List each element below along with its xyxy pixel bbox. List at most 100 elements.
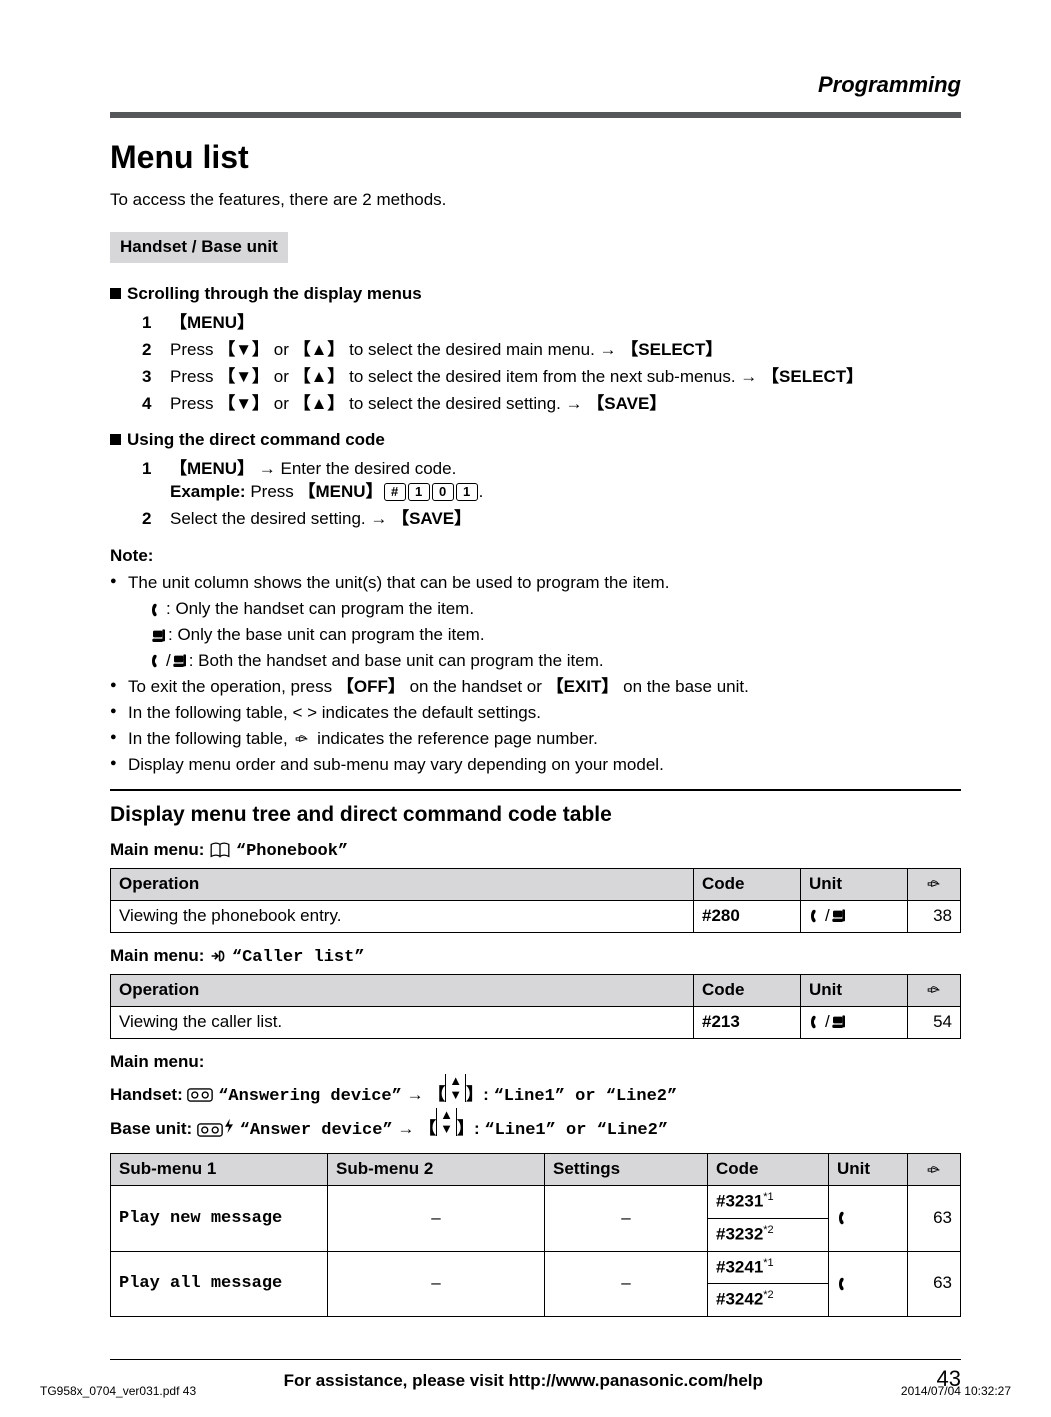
key-up: ▲ xyxy=(311,394,328,413)
pointer-icon xyxy=(292,732,312,746)
note-subitem: /: Both the handset and base unit can pr… xyxy=(128,650,961,673)
text: : Only the base unit can program the ite… xyxy=(168,625,485,644)
cell-page: 54 xyxy=(908,1006,961,1038)
key-save: SAVE xyxy=(409,509,454,528)
step-body: 【MENU】 xyxy=(170,312,961,335)
th-code: Code xyxy=(694,974,801,1006)
th-pointer xyxy=(908,974,961,1006)
cell-page: 63 xyxy=(908,1251,961,1316)
cell-page: 38 xyxy=(908,900,961,932)
handset-icon xyxy=(150,602,166,618)
lightning-icon xyxy=(223,1119,235,1138)
text: Press xyxy=(170,394,218,413)
keycap-hash: # xyxy=(384,483,406,501)
subtitle: Display menu tree and direct command cod… xyxy=(110,801,961,829)
tape-icon xyxy=(197,1123,223,1137)
handset-icon xyxy=(837,1210,853,1226)
keycap-1: 1 xyxy=(456,483,478,501)
menu-name: “Caller list” xyxy=(232,948,365,967)
pointer-icon xyxy=(924,1163,944,1177)
th-operation: Operation xyxy=(111,974,694,1006)
th-pointer xyxy=(908,1154,961,1186)
label: Main menu: xyxy=(110,946,209,965)
table-row: Viewing the caller list. #213 / 54 xyxy=(111,1006,961,1038)
text: : Only the handset can program the item. xyxy=(166,599,474,618)
key-select: SELECT xyxy=(779,367,846,386)
step-body: Press 【▼】 or 【▲】 to select the desired m… xyxy=(170,339,961,362)
cell-operation: Viewing the caller list. xyxy=(111,1006,694,1038)
up-down-icon: ▲▼ xyxy=(436,1108,457,1136)
section-label: Handset / Base unit xyxy=(110,232,288,263)
text: → Enter the desired code. xyxy=(254,459,456,478)
step-body: 【MENU】 → Enter the desired code. Example… xyxy=(170,458,961,504)
step-body: Select the desired setting. → 【SAVE】 xyxy=(170,508,961,531)
square-bullet-icon xyxy=(110,288,121,299)
step-num: 1 xyxy=(142,458,170,504)
handset-icon xyxy=(809,1014,825,1030)
text: or xyxy=(269,340,294,359)
intro-text: To access the features, there are 2 meth… xyxy=(110,189,961,212)
th-settings: Settings xyxy=(545,1154,708,1186)
cell-code: #280 xyxy=(694,900,801,932)
square-bullet-icon xyxy=(110,434,121,445)
note-subitem: : Only the handset can program the item. xyxy=(128,598,961,621)
base-unit-icon xyxy=(830,908,848,924)
text: Press xyxy=(170,340,218,359)
th-submenu1: Sub-menu 1 xyxy=(111,1154,328,1186)
cell-code: #3242*2 xyxy=(708,1284,829,1317)
step-num: 2 xyxy=(142,508,170,531)
cell-submenu1: Play all message xyxy=(111,1251,328,1316)
base-unit-icon xyxy=(830,1014,848,1030)
keycap-0: 0 xyxy=(432,483,454,501)
key-down: ▼ xyxy=(235,394,252,413)
note-item: In the following table, < > indicates th… xyxy=(110,702,961,725)
step-num: 3 xyxy=(142,366,170,389)
table-row: Play all message – – #3241*1 63 xyxy=(111,1251,961,1284)
step-num: 1 xyxy=(142,312,170,335)
key-up: ▲ xyxy=(311,367,328,386)
options: “Line1” or “Line2” xyxy=(484,1121,668,1140)
note-subitem: : Only the base unit can program the ite… xyxy=(128,624,961,647)
menu-name: “Answering device” xyxy=(218,1087,402,1106)
table-row: Play new message – – #3231*1 63 xyxy=(111,1186,961,1219)
cell-unit: / xyxy=(801,1006,908,1038)
direct-heading: Using the direct command code xyxy=(110,429,961,452)
table-callerlist: Operation Code Unit Viewing the caller l… xyxy=(110,974,961,1039)
text: indicates the reference page number. xyxy=(312,729,597,748)
note-list: The unit column shows the unit(s) that c… xyxy=(110,572,961,777)
cell-unit xyxy=(829,1186,908,1251)
key-down: ▼ xyxy=(235,367,252,386)
step-body: Press 【▼】 or 【▲】 to select the desired s… xyxy=(170,393,961,416)
print-file: TG958x_0704_ver031.pdf 43 xyxy=(40,1383,196,1399)
label: Main menu: xyxy=(110,840,209,859)
step-num: 2 xyxy=(142,339,170,362)
cell-page: 63 xyxy=(908,1186,961,1251)
cell-code: #3231*1 xyxy=(708,1186,829,1219)
baseunit-prefix: Base unit: xyxy=(110,1119,197,1138)
cell-submenu1: Play new message xyxy=(111,1186,328,1251)
text: In the following table, xyxy=(128,729,292,748)
th-operation: Operation xyxy=(111,868,694,900)
key-up: ▲ xyxy=(311,340,328,359)
text: to select the desired main menu. → xyxy=(344,340,621,359)
text: on the handset or xyxy=(405,677,547,696)
pointer-icon xyxy=(924,877,944,891)
caller-list-icon xyxy=(209,948,227,964)
base-unit-icon xyxy=(171,653,189,669)
text: or xyxy=(269,394,294,413)
cell-unit: / xyxy=(801,900,908,932)
main-menu-answering: Main menu: Handset: “Answering device” →… xyxy=(110,1051,961,1144)
handset-icon xyxy=(809,908,825,924)
cell-settings: – xyxy=(545,1251,708,1316)
key-exit: EXIT xyxy=(564,677,602,696)
note-item: In the following table, indicates the re… xyxy=(110,728,961,751)
direct-heading-text: Using the direct command code xyxy=(127,430,385,449)
table-phonebook: Operation Code Unit Viewing the phoneboo… xyxy=(110,868,961,933)
text: . xyxy=(479,482,484,501)
handset-icon xyxy=(837,1276,853,1292)
scroll-heading-text: Scrolling through the display menus xyxy=(127,284,422,303)
cell-code: #3241*1 xyxy=(708,1251,829,1284)
text: Press xyxy=(246,482,299,501)
print-timestamp: 2014/07/04 10:32:27 xyxy=(901,1383,1011,1399)
tape-icon xyxy=(187,1088,213,1102)
